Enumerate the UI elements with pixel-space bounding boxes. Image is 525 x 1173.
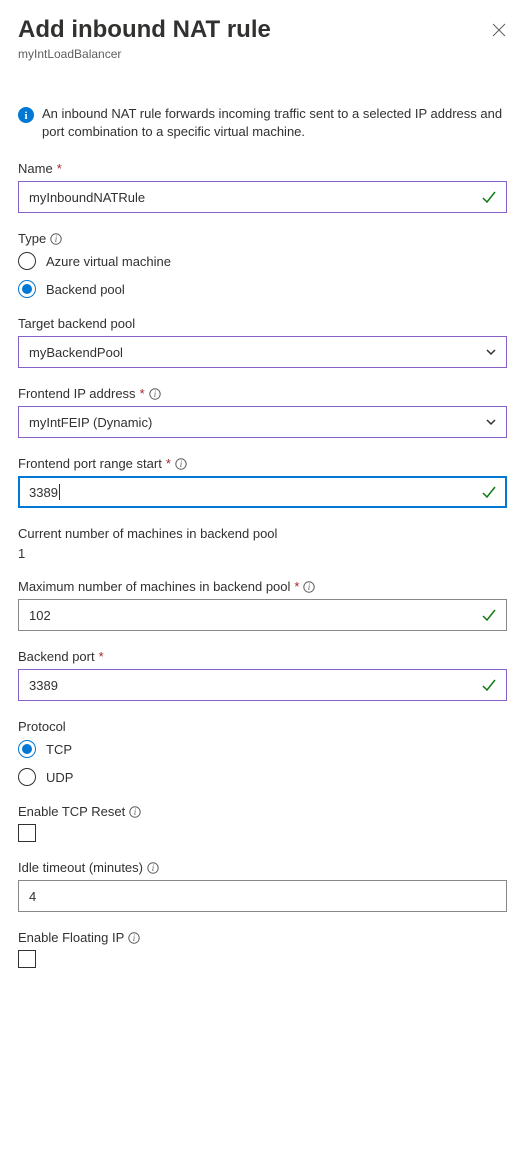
tcp-reset-checkbox[interactable]	[18, 824, 36, 842]
info-text: An inbound NAT rule forwards incoming tr…	[42, 105, 507, 141]
help-icon[interactable]: i	[128, 932, 140, 944]
required-indicator: *	[294, 579, 299, 594]
idle-timeout-input[interactable]	[18, 880, 507, 912]
required-indicator: *	[99, 649, 104, 664]
required-indicator: *	[57, 161, 62, 176]
frontend-ip-label: Frontend IP address	[18, 386, 136, 401]
svg-text:i: i	[180, 459, 183, 469]
frontend-ip-select[interactable]: myIntFEIP (Dynamic)	[18, 406, 507, 438]
required-indicator: *	[140, 386, 145, 401]
page-subtitle: myIntLoadBalancer	[18, 47, 271, 61]
check-icon	[481, 607, 497, 623]
idle-timeout-label: Idle timeout (minutes)	[18, 860, 143, 875]
protocol-radio-udp[interactable]: UDP	[18, 768, 507, 786]
protocol-label: Protocol	[18, 719, 66, 734]
current-machines-value: 1	[18, 546, 507, 561]
radio-icon	[18, 768, 36, 786]
target-pool-label: Target backend pool	[18, 316, 135, 331]
help-icon[interactable]: i	[129, 806, 141, 818]
required-indicator: *	[166, 456, 171, 471]
help-icon[interactable]: i	[149, 388, 161, 400]
type-label: Type	[18, 231, 46, 246]
protocol-radio-tcp[interactable]: TCP	[18, 740, 507, 758]
radio-icon	[18, 252, 36, 270]
backend-port-input[interactable]	[18, 669, 507, 701]
help-icon[interactable]: i	[303, 581, 315, 593]
help-icon[interactable]: i	[147, 862, 159, 874]
frontend-port-start-input[interactable]: 3389	[18, 476, 507, 508]
check-icon	[481, 484, 497, 500]
frontend-port-start-label: Frontend port range start	[18, 456, 162, 471]
svg-text:i: i	[153, 389, 156, 399]
info-icon: i	[18, 107, 34, 123]
page-title: Add inbound NAT rule	[18, 16, 271, 45]
max-machines-label: Maximum number of machines in backend po…	[18, 579, 290, 594]
svg-text:i: i	[24, 110, 27, 122]
radio-icon	[18, 740, 36, 758]
check-icon	[481, 189, 497, 205]
protocol-radio-tcp-label: TCP	[46, 742, 72, 757]
close-button[interactable]	[491, 22, 507, 38]
type-radio-vm[interactable]: Azure virtual machine	[18, 252, 507, 270]
radio-icon	[18, 280, 36, 298]
check-icon	[481, 677, 497, 693]
svg-text:i: i	[134, 807, 137, 817]
tcp-reset-label: Enable TCP Reset	[18, 804, 125, 819]
help-icon[interactable]: i	[175, 458, 187, 470]
svg-text:i: i	[133, 933, 136, 943]
help-icon[interactable]: i	[50, 233, 62, 245]
close-icon	[492, 23, 506, 37]
svg-text:i: i	[308, 582, 311, 592]
target-pool-select[interactable]: myBackendPool	[18, 336, 507, 368]
svg-text:i: i	[55, 234, 58, 244]
name-input[interactable]	[18, 181, 507, 213]
type-radio-pool[interactable]: Backend pool	[18, 280, 507, 298]
max-machines-input[interactable]	[18, 599, 507, 631]
type-radio-pool-label: Backend pool	[46, 282, 125, 297]
type-radio-vm-label: Azure virtual machine	[46, 254, 171, 269]
svg-text:i: i	[152, 863, 155, 873]
floating-ip-label: Enable Floating IP	[18, 930, 124, 945]
name-label: Name	[18, 161, 53, 176]
backend-port-label: Backend port	[18, 649, 95, 664]
protocol-radio-udp-label: UDP	[46, 770, 73, 785]
floating-ip-checkbox[interactable]	[18, 950, 36, 968]
current-machines-label: Current number of machines in backend po…	[18, 526, 277, 541]
